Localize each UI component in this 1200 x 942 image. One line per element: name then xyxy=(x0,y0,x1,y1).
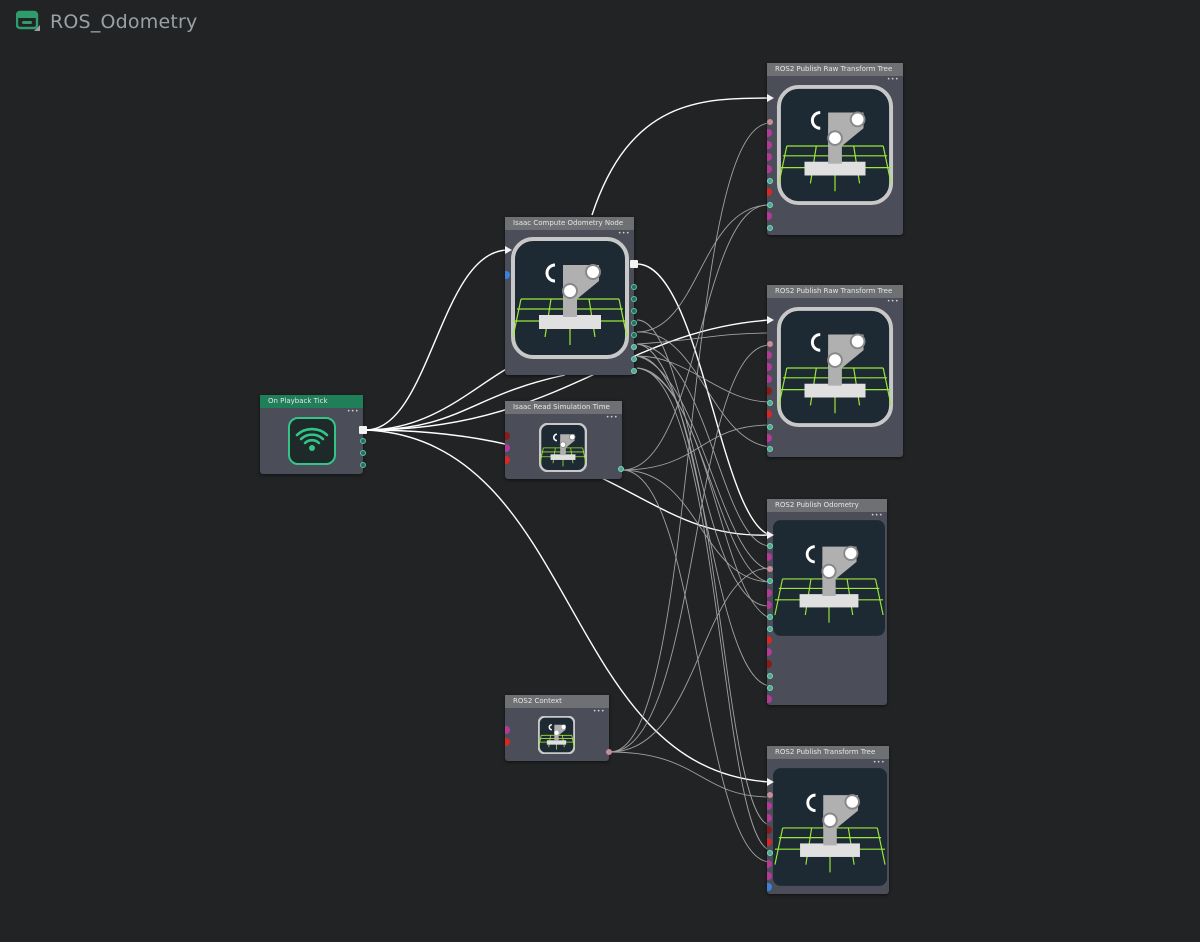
input-exec-port[interactable] xyxy=(767,778,774,786)
node-isaac-read-simulation-time[interactable]: Isaac Read Simulation Time ••• xyxy=(505,401,624,479)
input-exec-port[interactable] xyxy=(767,316,774,324)
input-port[interactable] xyxy=(767,695,772,703)
input-port[interactable] xyxy=(505,271,510,279)
output-port[interactable] xyxy=(618,466,624,472)
input-port[interactable] xyxy=(767,814,772,822)
input-port[interactable] xyxy=(767,838,772,846)
input-port[interactable] xyxy=(505,726,510,734)
input-exec-port[interactable] xyxy=(767,94,774,102)
input-port[interactable] xyxy=(767,424,773,430)
input-exec-port[interactable] xyxy=(767,531,774,539)
input-port[interactable] xyxy=(767,850,773,856)
input-port[interactable] xyxy=(767,826,772,834)
robot-arm-icon xyxy=(775,85,895,205)
input-exec-port[interactable] xyxy=(505,246,512,254)
input-port[interactable] xyxy=(767,212,772,220)
robot-arm-icon xyxy=(775,307,895,427)
input-port[interactable] xyxy=(767,165,772,173)
input-port[interactable] xyxy=(767,872,772,880)
output-port[interactable] xyxy=(631,308,637,314)
node-ros2-publish-raw-transform-tree-1[interactable]: ROS2 Publish Raw Transform Tree ••• xyxy=(767,63,903,235)
signal-broadcast-icon xyxy=(288,417,336,465)
input-port[interactable] xyxy=(767,883,772,891)
input-port[interactable] xyxy=(767,225,773,231)
input-port[interactable] xyxy=(767,601,772,609)
node-on-playback-tick[interactable]: On Playback Tick ••• xyxy=(260,395,367,474)
input-port[interactable] xyxy=(767,434,772,442)
node-menu-icon[interactable]: ••• xyxy=(347,409,359,415)
node-ros2-publish-odometry[interactable]: ROS2 Publish Odometry ••• xyxy=(767,499,887,705)
node-ros2-publish-transform-tree[interactable]: ROS2 Publish Transform Tree ••• xyxy=(767,746,889,894)
output-context-port[interactable] xyxy=(606,749,612,755)
input-port[interactable] xyxy=(767,660,772,668)
output-exec-port[interactable] xyxy=(630,260,638,268)
output-port[interactable] xyxy=(631,344,637,350)
input-port[interactable] xyxy=(767,792,773,798)
node-ros2-context[interactable]: ROS2 Context ••• xyxy=(505,695,612,761)
input-port[interactable] xyxy=(767,188,772,196)
node-isaac-compute-odometry[interactable]: Isaac Compute Odometry Node ••• xyxy=(505,217,638,375)
robot-arm-icon xyxy=(773,519,885,637)
input-port[interactable] xyxy=(767,400,773,406)
input-port[interactable] xyxy=(767,129,772,137)
input-port[interactable] xyxy=(767,673,773,679)
input-port[interactable] xyxy=(767,446,773,452)
node-title: ROS2 Publish Transform Tree xyxy=(767,746,889,759)
node-title: Isaac Read Simulation Time xyxy=(505,401,622,414)
node-title: On Playback Tick xyxy=(260,395,363,408)
input-port[interactable] xyxy=(767,543,773,549)
output-port[interactable] xyxy=(360,450,366,456)
node-title: ROS2 Context xyxy=(505,695,609,708)
output-port[interactable] xyxy=(631,356,637,362)
output-port[interactable] xyxy=(631,296,637,302)
input-port[interactable] xyxy=(767,351,772,359)
node-menu-icon[interactable]: ••• xyxy=(593,709,605,715)
input-port[interactable] xyxy=(767,119,773,125)
node-title: Isaac Compute Odometry Node xyxy=(505,217,634,230)
input-port[interactable] xyxy=(505,444,510,452)
input-port[interactable] xyxy=(767,566,773,572)
output-port[interactable] xyxy=(360,438,366,444)
input-port[interactable] xyxy=(505,432,510,440)
input-port[interactable] xyxy=(767,153,772,161)
output-tick-port[interactable] xyxy=(359,426,367,434)
input-port[interactable] xyxy=(767,375,772,383)
output-port[interactable] xyxy=(631,332,637,338)
robot-arm-icon xyxy=(773,766,887,888)
input-port[interactable] xyxy=(767,363,772,371)
input-port[interactable] xyxy=(767,553,772,561)
input-port[interactable] xyxy=(767,614,773,620)
input-port[interactable] xyxy=(505,738,510,746)
node-ros2-publish-raw-transform-tree-2[interactable]: ROS2 Publish Raw Transform Tree ••• xyxy=(767,285,903,457)
node-menu-icon[interactable]: ••• xyxy=(887,299,899,305)
output-port[interactable] xyxy=(631,284,637,290)
input-port[interactable] xyxy=(767,141,772,149)
output-port[interactable] xyxy=(631,320,637,326)
robot-arm-icon xyxy=(538,716,575,754)
input-port[interactable] xyxy=(767,578,773,584)
input-port[interactable] xyxy=(767,636,772,644)
output-port[interactable] xyxy=(360,462,366,468)
input-port[interactable] xyxy=(767,341,773,347)
output-port[interactable] xyxy=(631,368,637,374)
node-menu-icon[interactable]: ••• xyxy=(606,415,618,421)
input-port[interactable] xyxy=(767,685,773,691)
node-menu-icon[interactable]: ••• xyxy=(887,77,899,83)
input-port[interactable] xyxy=(767,626,773,632)
input-port[interactable] xyxy=(505,456,510,464)
node-title: ROS2 Publish Raw Transform Tree xyxy=(767,285,903,298)
node-title: ROS2 Publish Raw Transform Tree xyxy=(767,63,903,76)
input-port[interactable] xyxy=(767,178,773,184)
robot-arm-icon xyxy=(539,423,587,472)
node-title: ROS2 Publish Odometry xyxy=(767,499,887,512)
input-port[interactable] xyxy=(767,860,772,868)
input-port[interactable] xyxy=(767,410,772,418)
robot-arm-icon xyxy=(511,237,629,359)
input-port[interactable] xyxy=(767,589,772,597)
input-port[interactable] xyxy=(767,387,772,395)
input-port[interactable] xyxy=(767,802,772,810)
input-port[interactable] xyxy=(767,202,773,208)
input-port[interactable] xyxy=(767,648,772,656)
